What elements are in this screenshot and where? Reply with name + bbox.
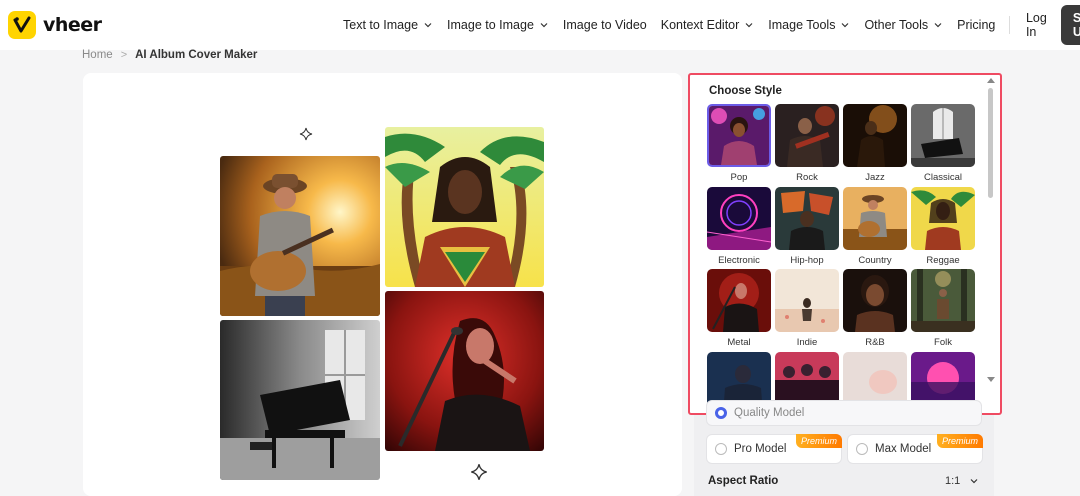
scroll-up-arrow-icon[interactable] xyxy=(987,78,995,83)
style-thumbnail xyxy=(775,104,839,167)
style-thumbnail xyxy=(775,269,839,332)
nav-item-label: Image Tools xyxy=(768,18,836,32)
style-thumbnail xyxy=(775,187,839,250)
style-option-country[interactable]: Country xyxy=(843,187,907,266)
nav-item-label: Kontext Editor xyxy=(660,18,740,32)
style-option-electronic[interactable]: Electronic xyxy=(707,187,771,266)
style-label: Indie xyxy=(796,337,818,348)
style-thumbnail xyxy=(843,269,907,332)
style-thumbnail xyxy=(707,269,771,332)
radio-icon xyxy=(856,443,868,455)
chevron-down-icon xyxy=(540,23,548,28)
style-option-rock[interactable]: Rock xyxy=(775,104,839,183)
main-nav: Text to Image Image to Image Image to Vi… xyxy=(343,0,1080,50)
model-label: Max Model xyxy=(875,443,932,455)
breadcrumb-home[interactable]: Home xyxy=(82,49,113,61)
style-thumbnail xyxy=(843,187,907,250)
quality-model-option[interactable]: Quality Model xyxy=(706,400,982,426)
chevron-down-icon xyxy=(934,23,942,28)
signup-button[interactable]: Sign Up xyxy=(1060,5,1080,45)
nav-pricing[interactable]: Pricing xyxy=(957,18,995,32)
nav-other-tools[interactable]: Other Tools xyxy=(864,18,943,32)
chevron-down-icon xyxy=(842,23,849,28)
scroll-down-arrow-icon[interactable] xyxy=(987,377,995,382)
preview-image-reggae-artist xyxy=(385,127,544,287)
nav-kontext-editor[interactable]: Kontext Editor xyxy=(661,18,755,32)
nav-item-label: Image to Image xyxy=(447,18,534,32)
login-link[interactable]: Log In xyxy=(1026,11,1047,39)
breadcrumb-separator: > xyxy=(120,49,128,61)
aspect-ratio-select[interactable]: 1:1 xyxy=(945,475,979,487)
nav-image-tools[interactable]: Image Tools xyxy=(768,18,850,32)
style-thumbnail xyxy=(707,104,771,167)
album-preview-card xyxy=(83,73,682,496)
style-label: Folk xyxy=(934,337,952,348)
style-thumbnail xyxy=(707,187,771,250)
style-option-folk[interactable]: Folk xyxy=(911,269,975,348)
style-option-jazz[interactable]: Jazz xyxy=(843,104,907,183)
style-label: Jazz xyxy=(865,172,885,183)
nav-item-label: Image to Video xyxy=(562,18,647,32)
style-option-metal[interactable]: Metal xyxy=(707,269,771,348)
nav-item-label: Other Tools xyxy=(864,18,929,32)
nav-text-to-image[interactable]: Text to Image xyxy=(343,18,433,32)
nav-image-to-video[interactable]: Image to Video xyxy=(563,18,647,32)
style-label: Country xyxy=(858,255,892,266)
style-scrollbar-thumb[interactable] xyxy=(988,88,993,198)
logo[interactable]: vheer xyxy=(8,11,102,39)
aspect-ratio-label: Aspect Ratio xyxy=(708,475,779,487)
brand-name: vheer xyxy=(43,14,102,36)
premium-badge: Premium xyxy=(936,434,983,448)
style-label: Reggae xyxy=(926,255,960,266)
style-option-indie[interactable]: Indie xyxy=(775,269,839,348)
style-label: R&B xyxy=(865,337,885,348)
preview-image-classical-piano xyxy=(220,320,380,480)
nav-item-label: Text to Image xyxy=(343,18,419,32)
style-label: Classical xyxy=(923,172,962,183)
vheer-logo-icon xyxy=(8,11,36,39)
style-thumbnail xyxy=(911,269,975,332)
style-thumbnail xyxy=(911,187,975,250)
style-label: Hip-hop xyxy=(790,255,824,266)
style-option-pop[interactable]: Pop xyxy=(707,104,771,183)
nav-image-to-image[interactable]: Image to Image xyxy=(447,18,549,32)
radio-icon xyxy=(715,443,727,455)
sparkle-icon xyxy=(471,464,487,480)
style-label: Metal xyxy=(727,337,751,348)
sparkle-icon xyxy=(299,127,313,141)
breadcrumb-current: AI Album Cover Maker xyxy=(135,49,258,61)
nav-item-label: Pricing xyxy=(957,18,996,32)
style-thumbnail xyxy=(843,104,907,167)
chevron-down-icon xyxy=(745,23,753,28)
style-option-rnb[interactable]: R&B xyxy=(843,269,907,348)
chevron-down-icon xyxy=(970,479,978,484)
preview-image-country-guitarist xyxy=(220,156,380,316)
premium-badge: Premium xyxy=(795,434,842,448)
style-label: Electronic xyxy=(718,255,760,266)
style-picker: Choose Style Pop Rock Jazz Classical Ele… xyxy=(688,73,1002,415)
style-option-hip-hop[interactable]: Hip-hop xyxy=(775,187,839,266)
model-label: Pro Model xyxy=(734,443,787,455)
style-option-classical[interactable]: Classical xyxy=(911,104,975,183)
top-navigation-bar: vheer Text to Image Image to Image Image… xyxy=(0,0,1080,50)
model-label: Quality Model xyxy=(734,407,805,419)
aspect-ratio-value: 1:1 xyxy=(945,475,961,487)
radio-selected-icon xyxy=(715,407,727,419)
pro-model-option[interactable]: Pro Model Premium xyxy=(706,434,842,464)
chevron-down-icon xyxy=(424,23,432,28)
style-picker-title: Choose Style xyxy=(709,85,782,97)
style-thumbnail xyxy=(911,104,975,167)
nav-divider xyxy=(1009,16,1010,34)
preview-image-metal-singer xyxy=(385,291,544,451)
style-option-reggae[interactable]: Reggae xyxy=(911,187,975,266)
style-label: Rock xyxy=(796,172,818,183)
breadcrumb: Home > AI Album Cover Maker xyxy=(82,49,257,61)
style-label: Pop xyxy=(730,172,748,183)
max-model-option[interactable]: Max Model Premium xyxy=(847,434,983,464)
